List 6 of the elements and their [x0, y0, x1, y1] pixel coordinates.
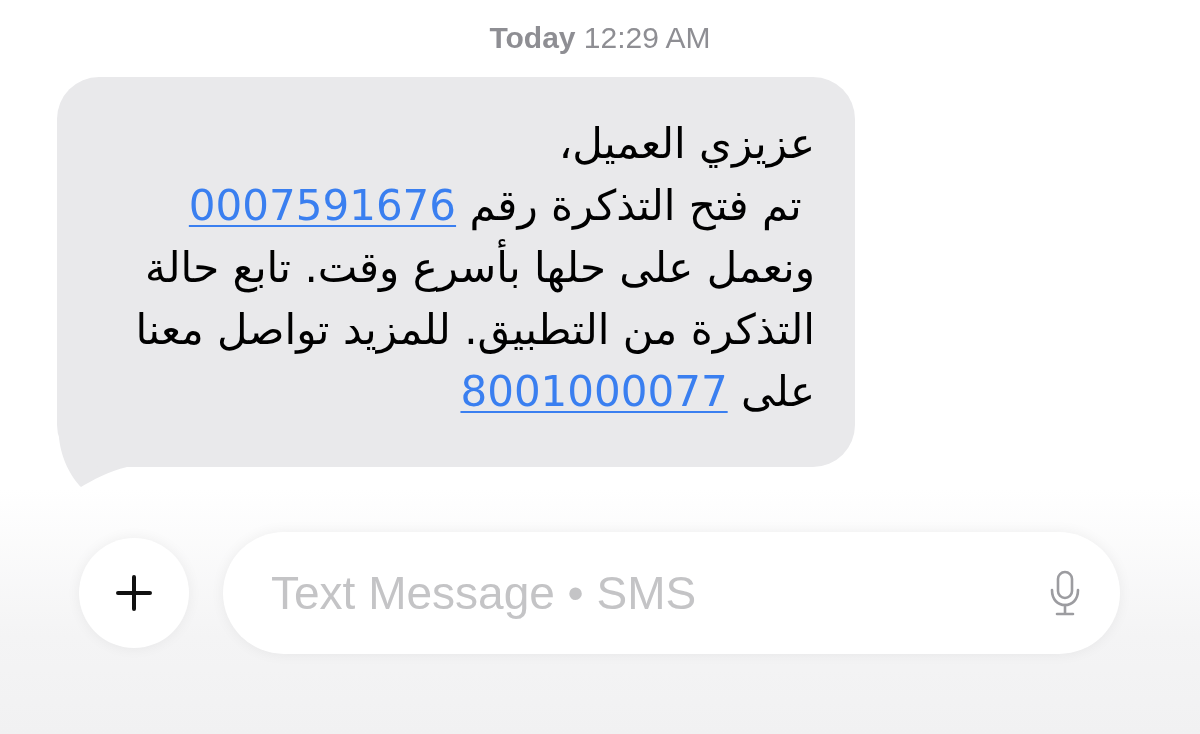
plus-icon	[116, 574, 152, 611]
message-timestamp: Today 12:29 AM	[489, 20, 711, 56]
message-input-field[interactable]: Text Message • SMS	[223, 531, 1120, 654]
number-link[interactable]: 0007591676	[188, 181, 457, 230]
microphone-icon[interactable]	[1050, 569, 1080, 616]
number-link[interactable]: 8001000077	[460, 367, 728, 416]
